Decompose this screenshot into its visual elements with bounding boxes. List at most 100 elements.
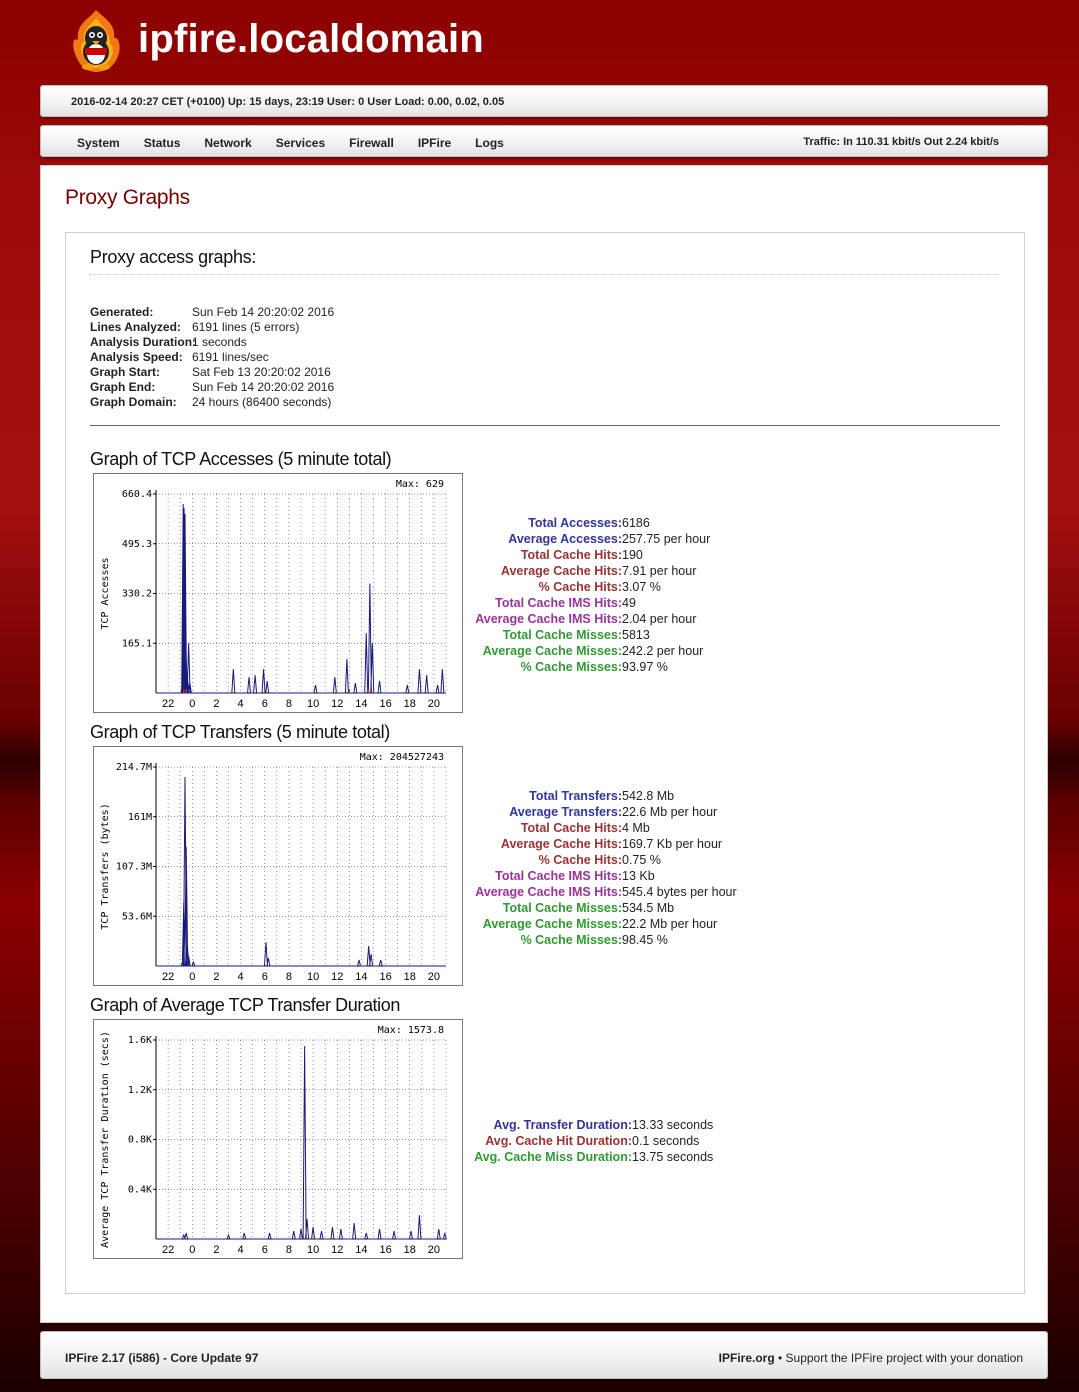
divider <box>90 425 1000 426</box>
stat-value: 3.07 % <box>622 580 661 594</box>
stat-label: % Cache Hits: <box>538 853 622 867</box>
donation-text: IPFire.org • Support the IPFire project … <box>718 1351 1023 1365</box>
nav-item-network[interactable]: Network <box>204 136 251 150</box>
stat-value: 6186 <box>622 516 650 530</box>
stat-label: Total Cache Hits: <box>520 548 622 562</box>
graph-duration: 1.6K 1.2K 0.8K 0.4K 22 0 2 4 6 8 10 12 14 16 18 20 Max: … <box>93 1019 463 1259</box>
site-title[interactable]: ipfire.localdomain <box>138 17 484 62</box>
x-tick-label: 22 <box>162 1244 174 1256</box>
stat-label: Avg. Transfer Duration: <box>493 1118 632 1132</box>
stat-value: 190 <box>622 548 643 562</box>
x-tick-label: 18 <box>404 1244 416 1256</box>
graph-accesses: 660.4 495.3 330.2 165.1 22 0 2 4 6 8 10 12 14 16 18 20 M… <box>93 473 463 713</box>
x-tick-label: 4 <box>238 698 244 710</box>
stats-transfers: Total Transfers:542.8 Mb Average Transfer… <box>466 788 737 948</box>
x-tick-label: 14 <box>355 1244 367 1256</box>
x-tick-label: 22 <box>162 698 174 710</box>
stat-label: Total Transfers: <box>529 789 622 803</box>
stat-row: Average Cache IMS Hits:2.04 per hour <box>466 611 710 627</box>
y-tick-label: 214.7M <box>116 762 152 773</box>
x-tick-label: 8 <box>286 698 292 710</box>
stat-row: Average Transfers:22.6 Mb per hour <box>466 804 737 820</box>
stat-label: Average Accesses: <box>508 532 622 546</box>
stat-value: 242.2 per hour <box>622 644 704 658</box>
y-tick-label: 0.8K <box>128 1135 152 1146</box>
nav-item-firewall[interactable]: Firewall <box>349 136 394 150</box>
x-tick-label: 6 <box>262 698 268 710</box>
max-label: Max: 1573.8 <box>378 1025 444 1036</box>
stat-row: % Cache Misses:98.45 % <box>466 932 737 948</box>
y-tick-label: 660.4 <box>122 489 152 500</box>
main-content: Proxy Graphs Proxy access graphs: Genera… <box>40 165 1048 1323</box>
stat-label: Average Cache IMS Hits: <box>475 885 622 899</box>
main-nav: System Status Network Services Firewall … <box>40 125 1048 157</box>
x-tick-label: 20 <box>428 1244 440 1256</box>
system-status-text: 2016-02-14 20:27 CET (+0100) Up: 15 days… <box>71 96 505 108</box>
stat-row: % Cache Misses:93.97 % <box>466 659 710 675</box>
stat-row: Avg. Cache Hit Duration:0.1 seconds <box>466 1133 713 1149</box>
max-label: Max: 204527243 <box>360 752 444 763</box>
nav-item-services[interactable]: Services <box>276 136 325 150</box>
x-tick-label: 16 <box>379 1244 391 1256</box>
stat-value: 13.75 seconds <box>632 1150 714 1164</box>
meta-row: Lines Analyzed: 6191 lines (5 errors) <box>90 320 300 334</box>
x-tick-label: 6 <box>262 1244 268 1256</box>
x-tick-label: 12 <box>331 971 343 983</box>
stat-row: Average Cache Misses:242.2 per hour <box>466 643 710 659</box>
stat-value: 2.04 per hour <box>622 612 697 626</box>
y-axis-title: TCP Accesses <box>100 557 111 629</box>
stat-label: Average Cache IMS Hits: <box>475 612 622 626</box>
y-tick-label: 495.3 <box>122 539 152 550</box>
stat-row: Total Cache IMS Hits:49 <box>466 595 710 611</box>
stat-value: 93.97 % <box>622 660 668 674</box>
stat-label: Total Cache Misses: <box>502 901 622 915</box>
stat-row: Total Cache Hits:190 <box>466 547 710 563</box>
stat-label: Total Accesses: <box>528 516 622 530</box>
nav-item-system[interactable]: System <box>77 136 120 150</box>
x-tick-label: 18 <box>404 971 416 983</box>
y-tick-label: 53.6M <box>122 911 152 922</box>
stat-value: 22.6 Mb per hour <box>622 805 718 819</box>
meta-row: Generated: Sun Feb 14 20:20:02 2016 <box>90 305 335 319</box>
graph-title-duration: Graph of Average TCP Transfer Duration <box>90 995 400 1015</box>
x-tick-label: 12 <box>331 698 343 710</box>
version-text: IPFire 2.17 (i586) - Core Update 97 <box>65 1351 259 1365</box>
x-tick-label: 0 <box>189 1244 195 1256</box>
data-line <box>156 1045 447 1240</box>
x-tick-label: 2 <box>213 971 219 983</box>
stat-row: Total Cache Misses:534.5 Mb <box>466 900 737 916</box>
stat-row: % Cache Hits:0.75 % <box>466 852 737 868</box>
stat-value: 542.8 Mb <box>622 789 675 803</box>
stats-duration: Avg. Transfer Duration:13.33 seconds Avg.… <box>466 1117 713 1165</box>
stat-label: Total Cache IMS Hits: <box>495 596 622 610</box>
y-tick-label: 161M <box>128 812 152 823</box>
traffic-readout: Traffic: In 110.31 kbit/s Out 2.24 kbit/… <box>803 136 999 148</box>
nav-item-status[interactable]: Status <box>144 136 181 150</box>
stat-value: 0.75 % <box>622 853 661 867</box>
stat-label: % Cache Misses: <box>520 933 622 947</box>
stat-label: Average Cache Misses: <box>482 917 622 931</box>
x-tick-label: 14 <box>355 698 367 710</box>
graph-plot: 1.6K 1.2K 0.8K 0.4K 22 0 2 4 6 8 10 12 14 16 18 20 Max: … <box>100 1025 447 1256</box>
stat-row: Total Cache Misses:5813 <box>466 627 710 643</box>
stat-value: 13.33 seconds <box>632 1118 714 1132</box>
meta-row: Analysis Speed: 6191 lines/sec <box>90 350 269 364</box>
x-tick-label: 4 <box>238 971 244 983</box>
nav-item-logs[interactable]: Logs <box>475 136 504 150</box>
stat-row: Total Cache IMS Hits:13 Kb <box>466 868 737 884</box>
ipfire-logo-icon[interactable] <box>68 8 124 74</box>
meta-row: Graph End: Sun Feb 14 20:20:02 2016 <box>90 380 335 394</box>
stat-label: Total Cache IMS Hits: <box>495 869 622 883</box>
box-title: Proxy access graphs: <box>90 247 1000 275</box>
meta-row: Graph Domain: 24 hours (86400 seconds) <box>90 395 332 409</box>
x-tick-label: 14 <box>355 971 367 983</box>
stat-value: 22.2 Mb per hour <box>622 917 718 931</box>
ipfire-org-link[interactable]: IPFire.org <box>719 1351 775 1365</box>
y-axis-title: TCP Transfers (bytes) <box>100 803 111 929</box>
stat-row: Average Cache Misses:22.2 Mb per hour <box>466 916 737 932</box>
stat-row: Average Cache IMS Hits:545.4 bytes per h… <box>466 884 736 900</box>
stat-label: Average Cache Misses: <box>482 644 622 658</box>
nav-item-ipfire[interactable]: IPFire <box>418 136 451 150</box>
y-tick-label: 107.3M <box>116 862 152 873</box>
x-tick-label: 2 <box>213 1244 219 1256</box>
